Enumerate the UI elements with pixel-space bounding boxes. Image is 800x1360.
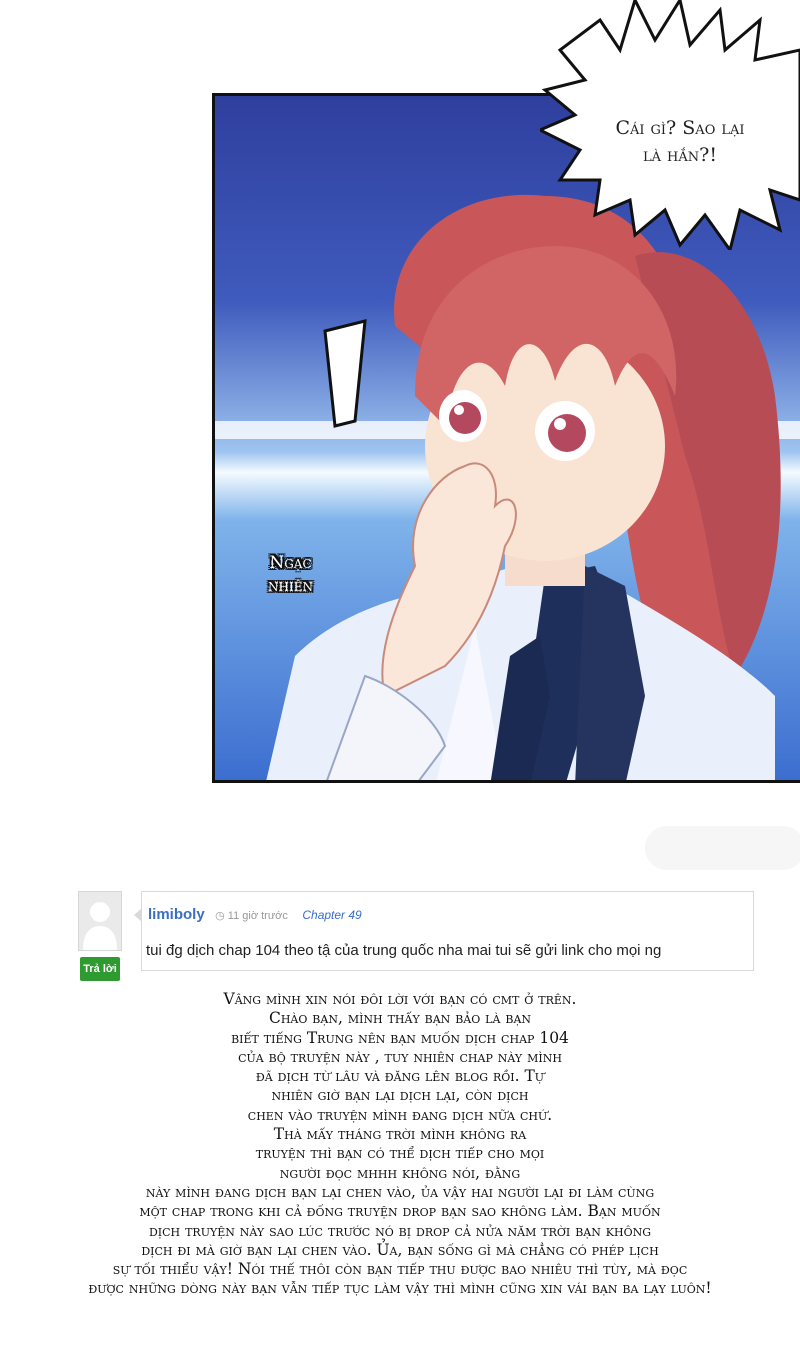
- note-line: nhiên giờ bạn lại dịch lại, còn dịch: [271, 1086, 529, 1105]
- comment-time-wrapper: ◷ 11 giờ trước: [215, 910, 288, 922]
- note-line: dịch đi mà giờ bạn lại chen vào. Ủa, bạn…: [141, 1240, 659, 1259]
- note-line: một chap trong khi cả đống truyện drop b…: [139, 1202, 661, 1221]
- comment-text: tui đg dịch chap 104 theo tậ của trung q…: [146, 942, 662, 959]
- note-line: Vâng mình xin nói đôi lời với bạn có cmt…: [223, 990, 577, 1008]
- note-line: truyện thì bạn có thể dịch tiếp cho mọi: [255, 1144, 545, 1163]
- sfx-line: Ngạc: [269, 553, 312, 573]
- speech-line: là hắn?!: [643, 144, 717, 166]
- note-line: này mình đang dịch bạn lại chen vào, ủa …: [145, 1182, 655, 1201]
- note-line: người đọc mhhh không nói, đằng: [279, 1163, 521, 1182]
- sfx-line: nhiên: [268, 576, 313, 596]
- note-line: đã dịch từ lâu và đăng lên blog rồi. Tự: [255, 1067, 545, 1086]
- comment-time: 11 giờ trước: [227, 910, 288, 922]
- note-line: biết tiếng Trung nên bạn muốn dịch chap …: [231, 1028, 569, 1047]
- note-line: dịch truyện này sao lúc trước nó bị drop…: [148, 1221, 652, 1240]
- reply-button[interactable]: Trả lời: [80, 957, 120, 981]
- note-line: được những dòng này bạn vẫn tiếp tục làm…: [88, 1279, 712, 1298]
- comment-username[interactable]: limiboly: [148, 906, 205, 923]
- note-line: sự tối thiểu vậy! Nói thế thôi còn bạn t…: [112, 1260, 688, 1279]
- note-line: của bộ truyện này , tuy nhiên chap này m…: [238, 1047, 562, 1066]
- user-avatar-icon: [83, 902, 117, 950]
- translator-note: Vâng mình xin nói đôi lời với bạn có cmt…: [0, 990, 800, 1299]
- speech-text: Cái gì? Sao lại là hắn?!: [585, 115, 775, 169]
- sfx-text: Ngạc nhiên: [268, 552, 313, 598]
- note-line: Thà mấy tháng trời mình không ra: [273, 1125, 527, 1144]
- note-line: Chào bạn, mình thấy bạn bảo là bạn: [268, 1009, 532, 1028]
- faded-bubble: [645, 826, 800, 870]
- clock-icon: ◷: [215, 910, 228, 922]
- avatar[interactable]: [78, 891, 122, 951]
- comment-meta: limiboly ◷ 11 giờ trước Chapter 49: [148, 906, 362, 924]
- note-line: chen vào truyện mình đang dịch nữa chứ.: [247, 1105, 553, 1124]
- comment-chapter-link[interactable]: Chapter 49: [302, 908, 361, 922]
- comment-box: limiboly ◷ 11 giờ trước Chapter 49 tui đ…: [134, 891, 754, 971]
- speech-line: Cái gì? Sao lại: [615, 117, 745, 139]
- comment-card: Trả lời limiboly ◷ 11 giờ trước Chapter …: [78, 889, 758, 985]
